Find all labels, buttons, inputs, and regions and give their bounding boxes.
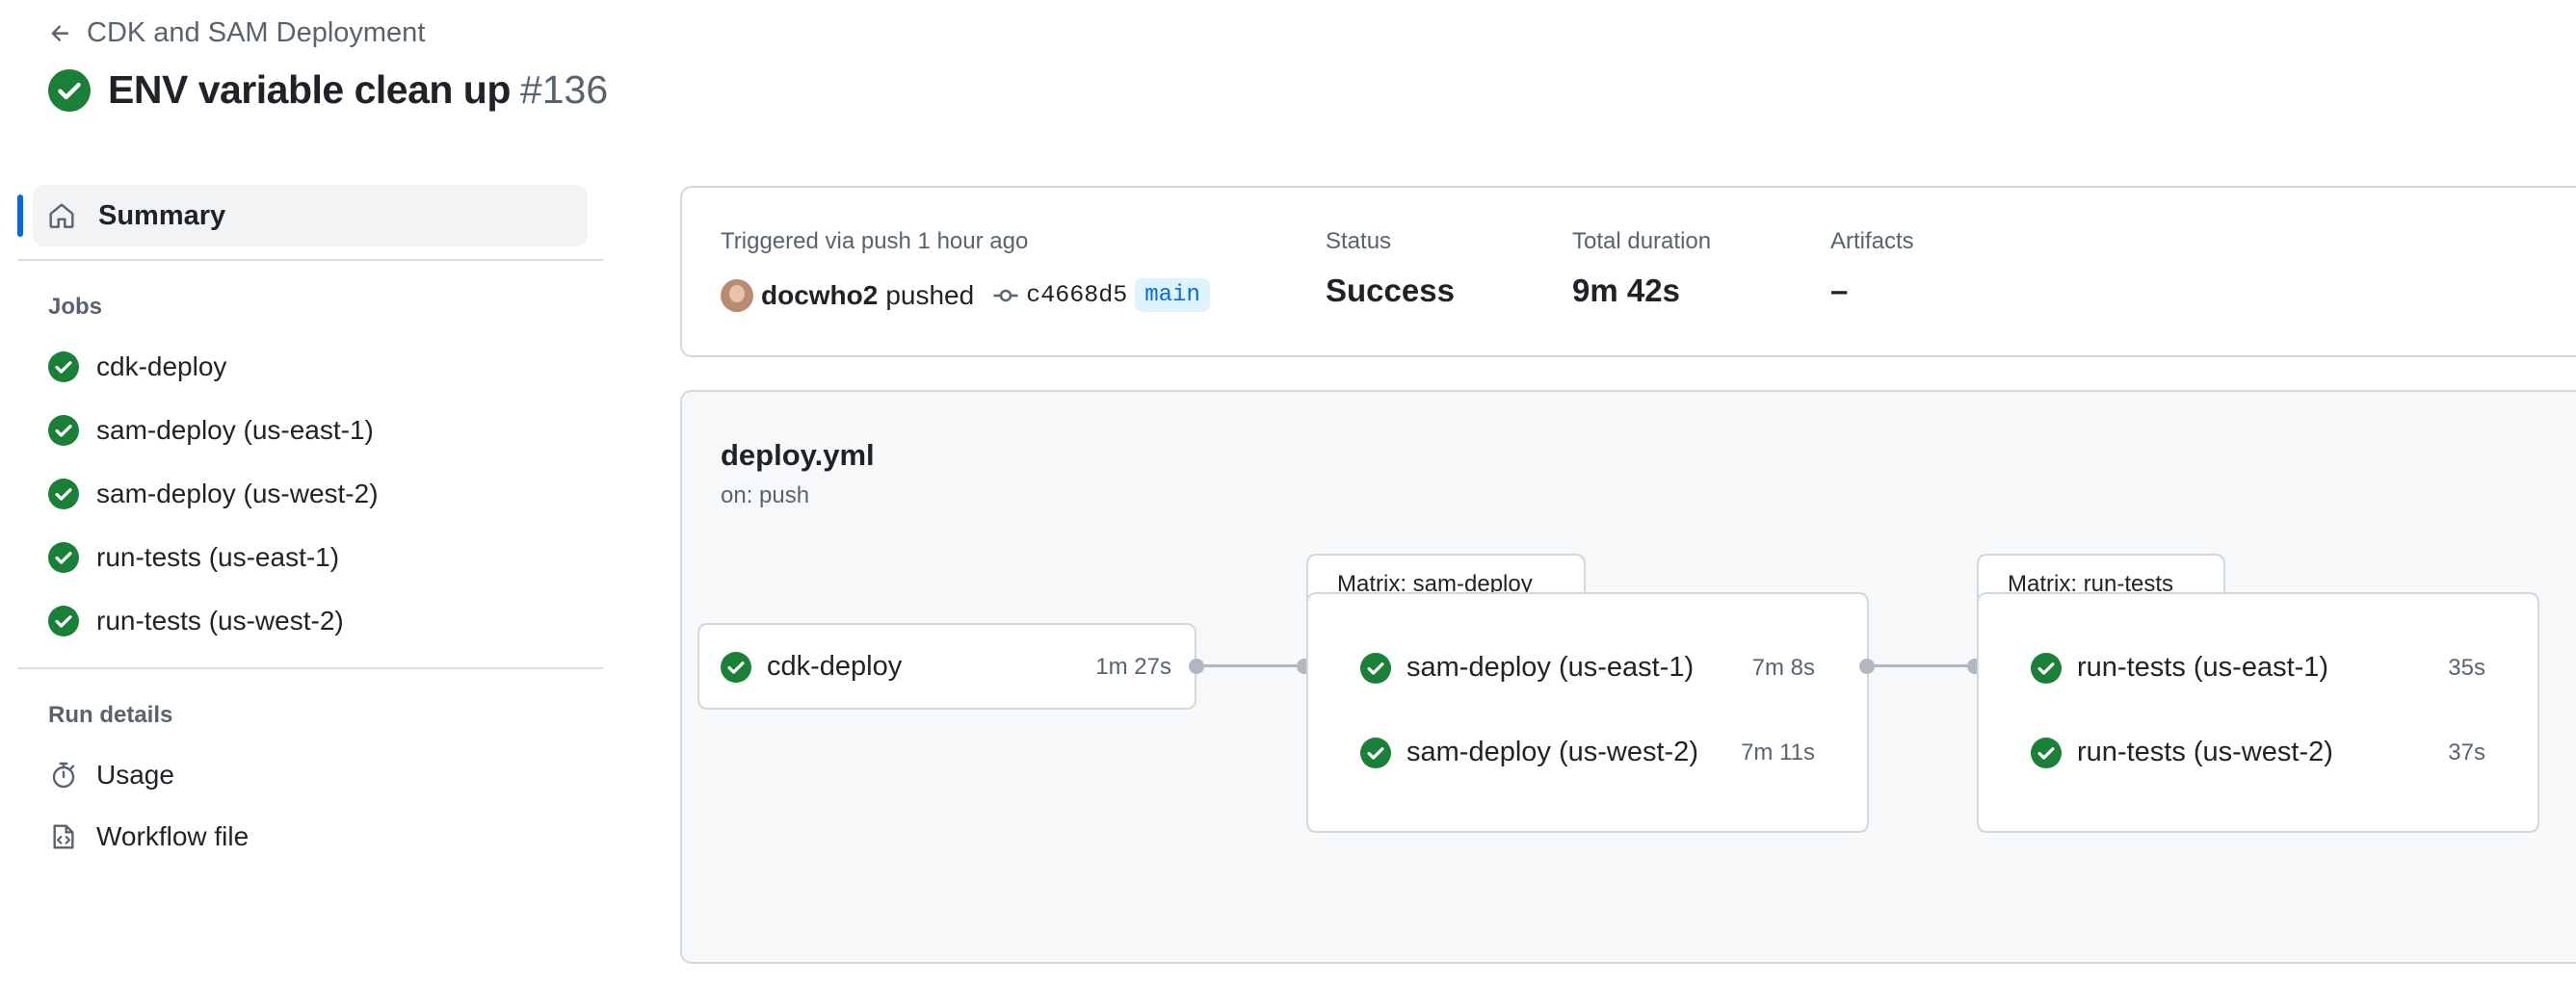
workflow-name: CDK and SAM Deployment: [87, 17, 426, 48]
divider: [17, 259, 603, 261]
job-name: run-tests (us-east-1): [2077, 652, 2329, 683]
workflow-trigger: on: push: [721, 482, 810, 508]
check-circle-fill-icon: [48, 415, 79, 446]
check-circle-fill-icon: [48, 479, 79, 509]
job-duration: 35s: [2448, 655, 2485, 681]
avatar: [721, 278, 753, 312]
check-circle-fill-icon: [48, 351, 79, 382]
job-duration: 7m 11s: [1741, 740, 1815, 765]
trigger-text: Triggered via push 1 hour ago: [721, 228, 1029, 254]
job-node-sam-deploy-us-east-1[interactable]: sam-deploy (us-east-1): [1360, 652, 1694, 684]
job-label: cdk-deploy: [96, 351, 227, 381]
back-link[interactable]: CDK and SAM Deployment: [48, 17, 425, 49]
sidebar-job-sam-deploy-us-east-1[interactable]: sam-deploy (us-east-1): [48, 415, 374, 446]
job-label: run-tests (us-east-1): [96, 542, 340, 572]
sidebar-job-cdk-deploy[interactable]: cdk-deploy: [48, 351, 226, 382]
check-circle-fill-icon: [48, 68, 91, 112]
connector-line: [1873, 664, 1973, 667]
duration-value: 9m 42s: [1572, 272, 1680, 308]
stopwatch-icon: [52, 762, 75, 789]
job-node-sam-deploy-us-west-2[interactable]: sam-deploy (us-west-2): [1360, 737, 1698, 768]
sidebar-item-usage[interactable]: Usage: [48, 760, 174, 791]
divider: [17, 667, 603, 669]
sidebar-item-summary[interactable]: Summary: [17, 185, 588, 246]
run-summary-card: Triggered via push 1 hour ago docwho2 pu…: [680, 186, 2576, 357]
check-circle-fill-icon: [48, 606, 79, 636]
job-node-run-tests-us-west-2[interactable]: run-tests (us-west-2): [2031, 737, 2333, 768]
git-commit-icon: [993, 289, 1018, 301]
jobs-heading: Jobs: [48, 294, 103, 320]
job-name: sam-deploy (us-east-1): [1406, 652, 1695, 683]
job-duration: 37s: [2448, 740, 2485, 765]
check-circle-fill-icon: [48, 542, 79, 573]
matrix-run-tests: run-tests (us-east-1) 35s run-tests (us-…: [1977, 592, 2539, 833]
job-label: run-tests (us-west-2): [96, 606, 344, 636]
status-label: Status: [1326, 228, 1392, 254]
job-duration: 7m 8s: [1751, 655, 1815, 681]
active-indicator: [17, 195, 23, 237]
job-name: cdk-deploy: [767, 651, 903, 682]
connector-line: [1202, 664, 1302, 667]
check-circle-fill-icon: [1360, 737, 1391, 768]
matrix-sam-deploy: sam-deploy (us-east-1) 7m 8s sam-deploy …: [1306, 592, 1869, 833]
file-code-icon: [53, 824, 74, 849]
run-details-heading: Run details: [48, 702, 173, 728]
page-title: ENV variable clean up #136: [48, 67, 608, 113]
sidebar-job-run-tests-us-east-1[interactable]: run-tests (us-east-1): [48, 542, 339, 573]
job-node-run-tests-us-east-1[interactable]: run-tests (us-east-1): [2031, 652, 2328, 684]
trigger-details: docwho2 pushed c4668d5 main: [721, 278, 1210, 312]
home-icon: [49, 203, 74, 228]
job-name: sam-deploy (us-west-2): [1406, 737, 1698, 767]
action-text: pushed: [885, 279, 975, 310]
job-label: sam-deploy (us-west-2): [96, 479, 379, 508]
sidebar-item-workflow-file[interactable]: Workflow file: [48, 821, 249, 852]
check-circle-fill-icon: [721, 651, 751, 683]
check-circle-fill-icon: [2031, 737, 2062, 768]
workflow-graph-card: deploy.yml on: push cdk-deploy 1m 27s Ma…: [680, 390, 2576, 964]
run-title: ENV variable clean up: [108, 67, 511, 112]
duration-label: Total duration: [1572, 228, 1712, 254]
branch-badge[interactable]: main: [1135, 278, 1210, 312]
artifacts-label: Artifacts: [1830, 228, 1914, 254]
job-label: sam-deploy (us-east-1): [96, 415, 374, 445]
job-duration: 1m 27s: [1095, 654, 1171, 680]
sidebar-item-label: Workflow file: [96, 821, 250, 851]
commit-sha-link[interactable]: c4668d5: [1026, 281, 1127, 309]
job-name: run-tests (us-west-2): [2077, 737, 2333, 767]
sidebar-item-label: Usage: [96, 760, 174, 790]
sidebar-job-run-tests-us-west-2[interactable]: run-tests (us-west-2): [48, 606, 344, 636]
artifacts-value: –: [1830, 272, 1849, 308]
job-node-cdk-deploy[interactable]: cdk-deploy 1m 27s: [697, 623, 1196, 710]
check-circle-fill-icon: [2031, 652, 2062, 684]
status-value: Success: [1326, 272, 1455, 308]
actor-link[interactable]: docwho2: [761, 280, 878, 311]
arrow-left-icon: [51, 24, 69, 41]
check-circle-fill-icon: [1360, 652, 1391, 684]
run-number: #136: [519, 67, 609, 112]
sidebar-item-label: Summary: [98, 199, 226, 231]
workflow-file-name[interactable]: deploy.yml: [721, 438, 875, 473]
sidebar-job-sam-deploy-us-west-2[interactable]: sam-deploy (us-west-2): [48, 479, 379, 509]
